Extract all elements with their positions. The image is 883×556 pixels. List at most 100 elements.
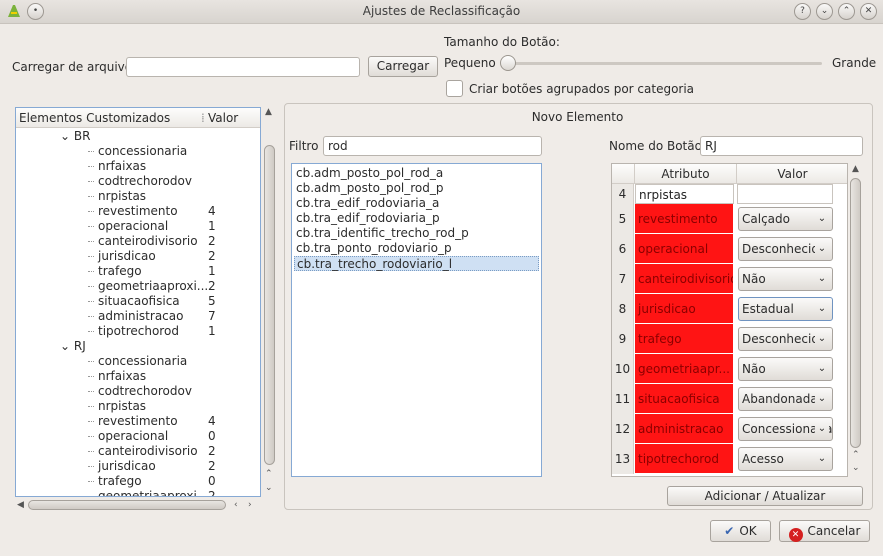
table-attribute-cell[interactable]: tipotrechorod — [635, 444, 734, 474]
expand-icon[interactable]: ⌄ — [60, 129, 74, 143]
value-combobox[interactable]: Abandonada ⌄ — [738, 387, 833, 411]
tree-group[interactable]: ⌄ RJ — [60, 339, 86, 354]
tree-item-name[interactable]: revestimento — [98, 414, 178, 429]
value-combobox[interactable]: Não ⌄ — [738, 357, 833, 381]
table-attribute-cell[interactable]: operacional — [635, 234, 734, 264]
button-size-slider[interactable] — [502, 62, 822, 65]
table-col-value[interactable]: Valor — [737, 164, 847, 184]
tree-item-name[interactable]: revestimento — [98, 204, 178, 219]
combobox-value: Acesso — [742, 452, 784, 466]
table-attribute-cell[interactable]: revestimento — [635, 204, 734, 234]
scroll-left-icon[interactable]: ‹ — [234, 500, 238, 510]
tree-item-name[interactable]: concessionaria — [98, 144, 187, 159]
table-row-number[interactable]: 9 — [612, 324, 634, 354]
table-attribute-cell[interactable]: situacaofisica — [635, 384, 734, 414]
value-combobox[interactable]: Calçado ⌄ — [738, 207, 833, 231]
table-row-number[interactable]: 4 — [612, 184, 634, 204]
scroll-left-icon[interactable]: ◀ — [17, 500, 24, 510]
tree-item-name[interactable]: operacional — [98, 429, 168, 444]
tree-item-name[interactable]: nrpistas — [98, 399, 146, 414]
scrollbar-thumb[interactable] — [850, 178, 861, 448]
scroll-down-icon[interactable]: ⌄ — [265, 483, 273, 493]
filter-input[interactable]: rod — [323, 136, 542, 156]
value-input[interactable] — [737, 184, 833, 204]
tree-item-name[interactable]: codtrechorodov — [98, 174, 192, 189]
close-icon[interactable]: ✕ — [860, 3, 877, 20]
scroll-right-icon[interactable]: › — [248, 500, 252, 510]
tree-item-name[interactable]: canteirodivisorio — [98, 234, 198, 249]
table-col-attribute[interactable]: Atributo — [635, 164, 737, 184]
tree-item-name[interactable]: concessionaria — [98, 354, 187, 369]
table-row-number[interactable]: 8 — [612, 294, 634, 324]
tree-item-name[interactable]: jurisdicao — [98, 249, 156, 264]
class-list-item[interactable]: cb.adm_posto_pol_rod_p — [294, 181, 539, 196]
chevron-down-icon: ⌄ — [815, 208, 829, 230]
table-row-number[interactable]: 5 — [612, 204, 634, 234]
class-list-item[interactable]: cb.tra_ponto_rodoviario_p — [294, 241, 539, 256]
tree-item-name[interactable]: nrfaixas — [98, 159, 146, 174]
tree-item-name[interactable]: codtrechorodov — [98, 384, 192, 399]
class-list-item[interactable]: cb.tra_edif_rodoviaria_a — [294, 196, 539, 211]
tree-item-name[interactable]: geometriaaproxi — [98, 489, 197, 496]
table-vertical-scrollbar[interactable]: ▲ ⌃ ⌄ — [848, 163, 864, 477]
value-combobox[interactable]: Acesso ⌄ — [738, 447, 833, 471]
tree-item-name[interactable]: jurisdicao — [98, 459, 156, 474]
table-row-number[interactable]: 6 — [612, 234, 634, 264]
class-list-item[interactable]: cb.tra_trecho_rodoviario_l — [294, 256, 539, 271]
table-row-number[interactable]: 7 — [612, 264, 634, 294]
scroll-up-icon[interactable]: ⌃ — [852, 450, 860, 460]
value-combobox[interactable]: Concessionada ⌄ — [738, 417, 833, 441]
value-combobox[interactable]: Não ⌄ — [738, 267, 833, 291]
tree-item-name[interactable]: nrfaixas — [98, 369, 146, 384]
maximize-icon[interactable]: ⌃ — [838, 3, 855, 20]
table-row-number[interactable]: 11 — [612, 384, 634, 414]
tree-item-name[interactable]: trafego — [98, 474, 142, 489]
tree-item-name[interactable]: canteirodivisorio — [98, 444, 198, 459]
tree-group[interactable]: ⌄ BR — [60, 129, 90, 144]
tree-vertical-scrollbar[interactable]: ▲ ⌃ ⌄ — [262, 107, 277, 497]
table-attribute-cell[interactable]: jurisdicao — [635, 294, 734, 324]
scroll-up-icon[interactable]: ▲ — [852, 164, 859, 174]
class-list[interactable]: cb.adm_posto_pol_rod_a cb.adm_posto_pol_r… — [291, 163, 542, 477]
table-corner — [612, 164, 635, 184]
value-combobox[interactable]: Desconhecido ⌄ — [738, 237, 833, 261]
help-icon[interactable]: ? — [794, 3, 811, 20]
custom-elements-tree[interactable]: Elementos Customizados ⁞ Valor ⌄ BR conce… — [15, 107, 261, 497]
scroll-up-icon[interactable]: ⌃ — [265, 469, 273, 479]
button-name-input[interactable]: RJ — [700, 136, 863, 156]
ok-button[interactable]: ✔ OK — [710, 520, 771, 542]
tree-item-name[interactable]: geometriaaproxi... — [98, 279, 208, 294]
table-row-number[interactable]: 12 — [612, 414, 634, 444]
table-row-number[interactable]: 13 — [612, 444, 634, 474]
group-by-category-checkbox[interactable] — [446, 80, 463, 97]
tree-item-name[interactable]: administracao — [98, 309, 183, 324]
slider-handle[interactable] — [500, 55, 516, 71]
table-row-number[interactable]: 10 — [612, 354, 634, 384]
load-file-input[interactable] — [126, 57, 360, 77]
tree-item-name[interactable]: nrpistas — [98, 189, 146, 204]
table-attribute-cell[interactable]: administracao — [635, 414, 734, 444]
table-attribute-cell[interactable]: canteirodivisorio — [635, 264, 734, 294]
value-combobox[interactable]: Desconhecido ⌄ — [738, 327, 833, 351]
table-attribute-cell[interactable]: geometriaapr... — [635, 354, 734, 384]
attribute-table[interactable]: Atributo Valor 4 nrpistas 5 revestimento Cal… — [611, 163, 848, 477]
table-attribute-cell[interactable]: nrpistas — [635, 184, 734, 204]
scrollbar-thumb[interactable] — [264, 145, 275, 465]
add-update-button[interactable]: Adicionar / Atualizar — [667, 486, 863, 506]
tree-item-name[interactable]: trafego — [98, 264, 142, 279]
scroll-down-icon[interactable]: ⌄ — [852, 463, 860, 473]
tree-item-name[interactable]: tipotrechorod — [98, 324, 179, 339]
button-size-label: Tamanho do Botão: — [444, 35, 560, 49]
class-list-item[interactable]: cb.adm_posto_pol_rod_a — [294, 166, 539, 181]
value-combobox[interactable]: Estadual ⌄ — [738, 297, 833, 321]
load-button[interactable]: Carregar — [368, 56, 438, 77]
class-list-item[interactable]: cb.tra_edif_rodoviaria_p — [294, 211, 539, 226]
tree-item-name[interactable]: operacional — [98, 219, 168, 234]
expand-icon[interactable]: ⌄ — [60, 339, 74, 353]
tree-item-name[interactable]: situacaofisica — [98, 294, 180, 309]
class-list-item[interactable]: cb.tra_identific_trecho_rod_p — [294, 226, 539, 241]
tree-horizontal-scrollbar[interactable] — [28, 500, 226, 510]
table-attribute-cell[interactable]: trafego — [635, 324, 734, 354]
minimize-icon[interactable]: ⌄ — [816, 3, 833, 20]
cancel-button[interactable]: ✕ Cancelar — [779, 520, 870, 542]
